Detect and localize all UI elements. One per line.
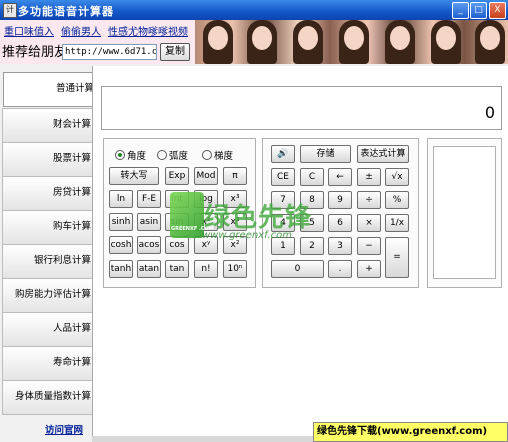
header-link-2[interactable]: 偷偷男人 <box>61 27 101 38</box>
radio-degrees[interactable]: 角度 <box>115 148 146 162</box>
digit-3-button[interactable]: 3 <box>328 237 352 255</box>
window-title: 多功能语音计算器 <box>18 5 114 18</box>
banner-photo[interactable] <box>195 20 508 64</box>
sidebar-item-basic[interactable]: 普通计算 <box>3 72 100 107</box>
asin-button[interactable]: asin <box>137 213 161 231</box>
sqrt-button[interactable]: √x <box>385 168 409 186</box>
title-bar[interactable]: 计 多功能语音计算器 _ □ X <box>0 0 508 20</box>
mod-button[interactable]: Mod <box>194 167 218 185</box>
tan-button[interactable]: tan <box>165 260 189 278</box>
copy-button[interactable]: 复制 <box>160 43 190 61</box>
watermark-text: 绿色先锋 <box>204 203 313 233</box>
radio-radians[interactable]: 弧度 <box>157 148 188 162</box>
sidebar: 普通计算 财会计算 股票计算 房贷计算 购车计算 银行利息计算 购房能力评估计算… <box>0 66 100 442</box>
ln-button[interactable]: ln <box>109 190 133 208</box>
fe-button[interactable]: F-E <box>137 190 161 208</box>
digit-9-button[interactable]: 9 <box>328 191 352 209</box>
cosh-button[interactable]: cosh <box>109 236 133 254</box>
footer-watermark: 绿色先锋下载(www.greenxf.com) <box>313 422 508 442</box>
sidebar-item-accounting[interactable]: 财会计算 <box>2 108 97 143</box>
digit-2-button[interactable]: 2 <box>300 237 324 255</box>
percent-button[interactable]: % <box>385 191 409 209</box>
clear-button[interactable]: C <box>300 168 324 186</box>
radio-label: 梯度 <box>214 151 234 162</box>
minimize-button[interactable]: _ <box>452 2 469 19</box>
equals-button[interactable]: = <box>385 237 409 278</box>
result-display: 0 <box>101 86 502 130</box>
tanh-button[interactable]: tanh <box>109 260 133 278</box>
cos-button[interactable]: cos <box>165 236 189 254</box>
header-link-1[interactable]: 重口味值入 <box>4 27 54 38</box>
radio-dot-icon <box>157 150 167 160</box>
memory-store-button[interactable]: 存储 <box>300 145 351 163</box>
expression-button[interactable]: 表达式计算 <box>357 145 409 163</box>
sidebar-item-bmi[interactable]: 身体质量指数计算 <box>2 380 97 415</box>
sidebar-item-mortgage[interactable]: 房贷计算 <box>2 176 97 211</box>
ce-button[interactable]: CE <box>271 168 295 186</box>
sidebar-item-interest[interactable]: 银行利息计算 <box>2 244 97 279</box>
official-site-link[interactable]: 访问官网 <box>45 422 83 436</box>
plus-button[interactable]: + <box>357 260 381 278</box>
divide-button[interactable]: ÷ <box>357 191 381 209</box>
header-link-3[interactable]: 性感尤物嗲嗲视频 <box>108 27 188 38</box>
sidebar-item-character[interactable]: 人品计算 <box>2 312 97 347</box>
sinh-button[interactable]: sinh <box>109 213 133 231</box>
sidebar-item-stock[interactable]: 股票计算 <box>2 142 97 177</box>
pow10-button[interactable]: 10ⁿ <box>223 260 247 278</box>
sidebar-item-affordability[interactable]: 购房能力评估计算 <box>2 278 97 313</box>
close-button[interactable]: X <box>489 2 506 19</box>
watermark-url: www.greenxf.com <box>202 230 292 241</box>
digit-0-button[interactable]: 0 <box>271 260 324 278</box>
radio-gradians[interactable]: 梯度 <box>202 148 233 162</box>
minus-button[interactable]: − <box>357 237 381 255</box>
maximize-button[interactable]: □ <box>470 2 487 19</box>
recommend-label: 推荐给朋友 <box>2 45 68 60</box>
sidebar-item-car[interactable]: 购车计算 <box>2 210 97 245</box>
sign-button[interactable]: ± <box>357 168 381 186</box>
radio-label: 角度 <box>127 151 147 162</box>
decimal-button[interactable]: . <box>328 260 352 278</box>
app-icon: 计 <box>3 3 17 18</box>
uppercase-button[interactable]: 转大写 <box>109 167 159 185</box>
radio-label: 弧度 <box>169 151 189 162</box>
sidebar-item-lifespan[interactable]: 寿命计算 <box>2 346 97 381</box>
atan-button[interactable]: atan <box>137 260 161 278</box>
share-url-field[interactable]: http://www.6d71.c <box>62 44 157 60</box>
pi-button[interactable]: π <box>223 167 247 185</box>
memory-list[interactable] <box>433 146 496 279</box>
speaker-icon[interactable]: 🔊 <box>271 145 295 163</box>
factorial-button[interactable]: n! <box>194 260 218 278</box>
reciprocal-button[interactable]: 1/x <box>385 214 409 232</box>
acos-button[interactable]: acos <box>137 236 161 254</box>
header-links: 重口味值入 偷偷男人 性感尤物嗲嗲视频 <box>4 23 195 38</box>
exp-button[interactable]: Exp <box>165 167 189 185</box>
radio-dot-icon <box>202 150 212 160</box>
digit-6-button[interactable]: 6 <box>328 214 352 232</box>
radio-dot-icon <box>115 150 125 160</box>
backspace-button[interactable]: ← <box>328 168 352 186</box>
multiply-button[interactable]: × <box>357 214 381 232</box>
